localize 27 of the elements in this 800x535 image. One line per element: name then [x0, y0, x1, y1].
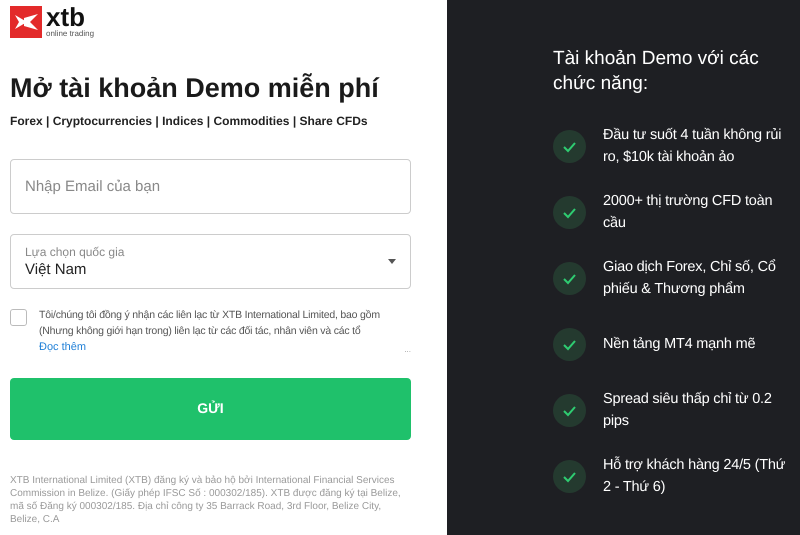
- check-icon: [553, 130, 586, 162]
- feature-text: Hỗ trợ khách hàng 24/5 (Thứ 2 - Thứ 6): [603, 455, 786, 497]
- feature-text: Spread siêu thấp chỉ từ 0.2 pips: [603, 390, 773, 431]
- legal-text: XTB International Limited (XTB) đăng ký và bảo hộ bởi International Financial Services Commission in Belize. (Giấy phép IFSC Số : 000302/185). XTB được đăng ký tại Belize, mã số Đăng ký 000302/185. Địa chỉ công ty 35 Barrack Road, 3rd Floor, Belize City, Belize, C.A: [10, 474, 402, 526]
- page-heading: Mở tài khoản Demo miễn phí: [10, 72, 380, 105]
- read-more-link[interactable]: Đọc thêm: [39, 339, 86, 356]
- markets-list: Forex | Cryptocurrencies | Indices | Commodities | Share CFDs: [10, 112, 411, 130]
- consent-checkbox[interactable]: [10, 309, 27, 326]
- feature-text: 2000+ thị trường CFD toàn cầu: [603, 192, 774, 233]
- submit-button[interactable]: GỬI: [10, 378, 411, 440]
- logo-icon: [10, 6, 42, 38]
- email-field[interactable]: Nhập Email của bạn: [10, 159, 411, 214]
- check-icon: [553, 460, 586, 492]
- check-icon: [553, 262, 586, 294]
- feature-text: Nền tảng MT4 mạnh mẽ: [603, 335, 756, 354]
- consent-text: Tôi/chúng tôi đồng ý nhận các liên lạc từ XTB International Limited, bao gồm (Nhưng không giới hạn trong) liên lạc từ các đối tác, nhân viên và các tổ: [39, 308, 381, 339]
- more-indicator: ...: [404, 344, 411, 356]
- check-icon: [553, 196, 586, 228]
- logo-wordmark: xtb: [46, 6, 85, 28]
- features-title: Tài khoản Demo với các chức năng:: [553, 47, 760, 96]
- check-icon: [553, 394, 586, 426]
- check-icon: [553, 328, 586, 360]
- feature-text: Đầu tư suốt 4 tuần không rủi ro, $10k tài khoản ảo: [603, 126, 782, 167]
- caret-icon: [388, 259, 396, 264]
- feature-text: Giao dịch Forex, Chỉ số, Cổ phiếu & Thương phẩm: [603, 258, 777, 299]
- logo-tagline: online trading: [46, 30, 94, 38]
- country-select[interactable]: Lựa chọn quốc gia Việt Nam: [10, 234, 411, 289]
